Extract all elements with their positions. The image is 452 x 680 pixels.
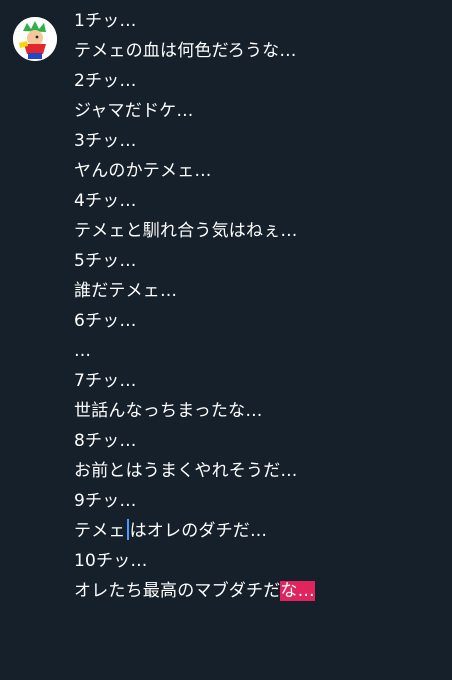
text-line: ジャマだドケ… — [74, 101, 194, 121]
selected-text[interactable]: な… — [280, 581, 315, 601]
text-cursor — [126, 519, 129, 540]
text-line-with-caret[interactable]: テメェ はオレのダチだ… — [74, 516, 315, 546]
text-line: 3チッ… — [74, 131, 137, 151]
tweet-text: 1チッ… テメェの血は何色だろうな… 2チッ… ジャマだドケ… 3チッ… ヤんの… — [74, 6, 315, 606]
text-segment: はオレのダチだ… — [129, 521, 268, 541]
character-avatar-icon — [13, 17, 57, 61]
text-line: 6チッ… — [74, 311, 137, 331]
text-line: 7チッ… — [74, 371, 137, 391]
text-line: 10チッ… — [74, 551, 148, 571]
text-line: 誰だテメェ… — [74, 281, 178, 301]
text-line: 8チッ… — [74, 431, 137, 451]
text-line: 5チッ… — [74, 251, 137, 271]
text-line: テメェと馴れ合う気はねぇ… — [74, 221, 298, 241]
text-line: 1チッ… — [74, 11, 137, 31]
text-line: お前とはうまくやれそうだ… — [74, 461, 298, 481]
text-line: ヤんのかテメェ… — [74, 161, 212, 181]
text-line: 2チッ… — [74, 71, 137, 91]
text-line: 世話んなっちまったな… — [74, 401, 263, 421]
text-segment: テメェ — [74, 521, 126, 541]
text-line: 9チッ… — [74, 491, 137, 511]
text-line: テメェの血は何色だろうな… — [74, 41, 297, 61]
text-line: … — [74, 341, 92, 361]
text-segment: オレたち最高のマブダチだ — [74, 581, 281, 601]
avatar[interactable] — [13, 17, 57, 61]
text-line-with-selection[interactable]: オレたち最高のマブダチだな… — [74, 576, 315, 606]
text-line: 4チッ… — [74, 191, 137, 211]
